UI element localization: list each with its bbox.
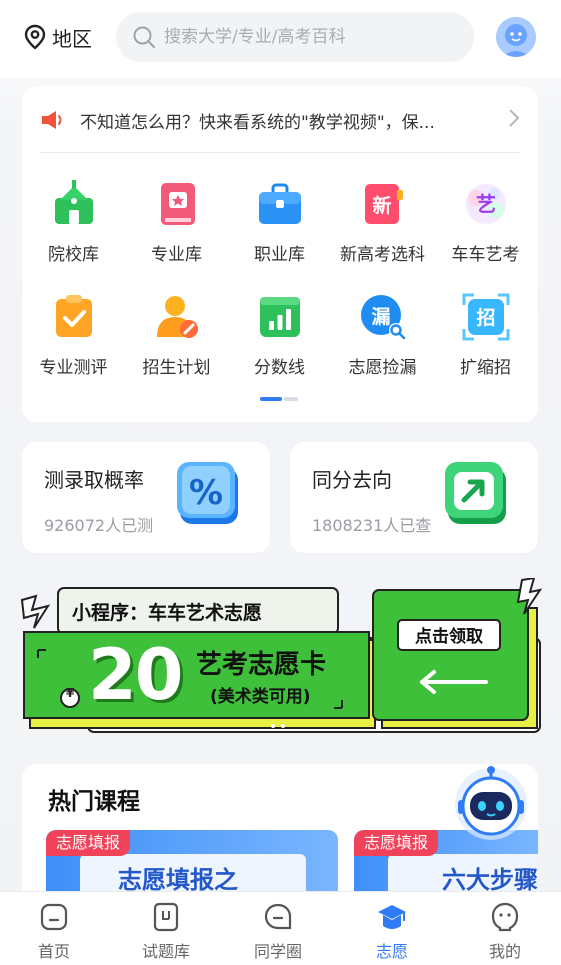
score-chart-icon	[256, 293, 304, 341]
major-book-icon	[153, 180, 201, 228]
currency-symbol: ¥	[65, 686, 75, 700]
search-icon	[132, 25, 156, 49]
expand-enroll-icon: 招	[462, 293, 510, 341]
region-selector[interactable]: 地区	[24, 22, 92, 52]
card-subtitle: (美术类可用)	[210, 687, 311, 707]
feature-title: 同分去向	[312, 468, 392, 492]
enroll-plan-icon	[153, 293, 201, 341]
admission-probability-card[interactable]: 测录取概率 926072人已测 %	[22, 442, 270, 553]
feature-title: 测录取概率	[44, 468, 144, 492]
same-score-destination-card[interactable]: 同分去向 1808231人已查	[290, 442, 538, 553]
feature-subtitle: 1808231人已查	[312, 516, 432, 535]
course-card[interactable]: 志愿填报之 志愿填报	[46, 830, 338, 892]
divider	[40, 152, 520, 153]
question-bank-icon	[151, 902, 181, 932]
avatar-face-icon	[496, 17, 536, 57]
grid-item-enrollment-plan[interactable]: 招生计划	[125, 293, 228, 378]
location-pin-icon	[24, 24, 46, 50]
section-title: 热门课程	[48, 789, 140, 815]
grid-label: 专业库	[151, 245, 202, 265]
graduation-cap-icon	[377, 902, 407, 932]
briefcase-icon	[256, 180, 304, 228]
page-indicator	[260, 397, 300, 401]
percent-icon: %	[174, 458, 246, 530]
grid-item-expand-enrollment[interactable]: 招 扩缩招	[434, 293, 537, 378]
grid-label: 车车艺考	[451, 245, 520, 265]
school-icon	[50, 180, 98, 228]
feature-subtitle: 926072人已测	[44, 516, 154, 535]
svg-text:艺: 艺	[476, 192, 496, 216]
grid-label: 职业库	[254, 245, 305, 265]
tab-label: 同学圈	[253, 942, 302, 961]
tab-question-bank[interactable]: 试题库	[126, 902, 206, 962]
tab-volunteer[interactable]: 志愿	[352, 902, 432, 962]
top-bar: 地区	[0, 0, 561, 78]
svg-text:招: 招	[476, 306, 495, 329]
grid-label: 新高考选科	[340, 245, 425, 265]
grid-label: 招生计划	[142, 358, 211, 378]
page-dot	[284, 397, 298, 401]
svg-text:漏: 漏	[371, 306, 390, 328]
card-title: 艺考志愿卡	[196, 650, 327, 680]
tab-profile[interactable]: 我的	[465, 902, 545, 962]
tab-label: 志愿	[375, 942, 408, 961]
speaker-icon	[40, 108, 66, 132]
course-title: 志愿填报之	[80, 854, 306, 892]
notice-text: 不知道怎么用？快来看系统的"教学视频"，保...	[80, 112, 435, 133]
grid-item-major-assessment[interactable]: 专业测评	[22, 293, 125, 378]
home-icon	[39, 902, 69, 932]
grid-item-major-library[interactable]: 专业库	[125, 180, 228, 265]
tab-classmates[interactable]: 同学圈	[238, 902, 318, 962]
avatar[interactable]	[496, 17, 536, 57]
profile-icon	[490, 902, 520, 932]
grid-label: 分数线	[254, 358, 305, 378]
grid-item-school-library[interactable]: 院校库	[22, 180, 125, 265]
tutorial-notice[interactable]: 不知道怎么用？快来看系统的"教学视频"，保...	[40, 98, 520, 142]
grid-item-career-library[interactable]: 职业库	[228, 180, 331, 265]
art-exam-icon: 艺	[462, 180, 510, 228]
assistant-robot-button[interactable]	[452, 764, 530, 842]
claim-button[interactable]: 点击领取	[398, 622, 500, 647]
chevron-right-icon	[508, 108, 520, 133]
classmates-icon	[263, 902, 293, 932]
course-tag: 志愿填报	[354, 830, 439, 856]
grid-label: 志愿捡漏	[348, 358, 417, 378]
page-dot-active	[260, 397, 282, 401]
grid-label: 专业测评	[39, 358, 108, 378]
grid-item-volunteer-leak[interactable]: 漏 志愿捡漏	[331, 293, 434, 378]
region-label: 地区	[52, 26, 92, 51]
bottom-tab-bar: 首页 试题库 同学圈 志愿 我的	[0, 891, 561, 965]
grid-label: 院校库	[48, 245, 99, 265]
mini-program-label: 小程序：车车艺术志愿	[72, 602, 263, 624]
grid-item-art-exam[interactable]: 艺 车车艺考	[434, 180, 537, 265]
course-title: 六大步骤	[388, 854, 538, 892]
clipboard-check-icon	[50, 293, 98, 341]
tab-label: 首页	[37, 942, 70, 961]
leak-search-icon: 漏	[359, 293, 407, 341]
coupon-amount: 20	[88, 634, 183, 716]
promo-banner[interactable]: 小程序：车车艺术志愿 ¥ 20 艺考志愿卡 (美术类可用) 点击领取	[18, 576, 543, 738]
tab-label: 我的	[488, 942, 521, 961]
new-exam-icon: 新	[359, 180, 407, 228]
tab-home[interactable]: 首页	[14, 902, 94, 962]
robot-icon	[455, 766, 527, 840]
grid-item-new-exam-subjects[interactable]: 新 新高考选科	[331, 180, 434, 265]
svg-text:新: 新	[372, 194, 391, 217]
tab-label: 试题库	[141, 942, 190, 961]
search-input[interactable]	[164, 27, 454, 47]
grid-item-score-line[interactable]: 分数线	[228, 293, 331, 378]
svg-text:%: %	[189, 473, 223, 513]
course-tag: 志愿填报	[46, 830, 131, 856]
arrow-box-icon	[442, 458, 514, 530]
search-bar[interactable]	[116, 12, 474, 62]
grid-label: 扩缩招	[460, 358, 511, 378]
